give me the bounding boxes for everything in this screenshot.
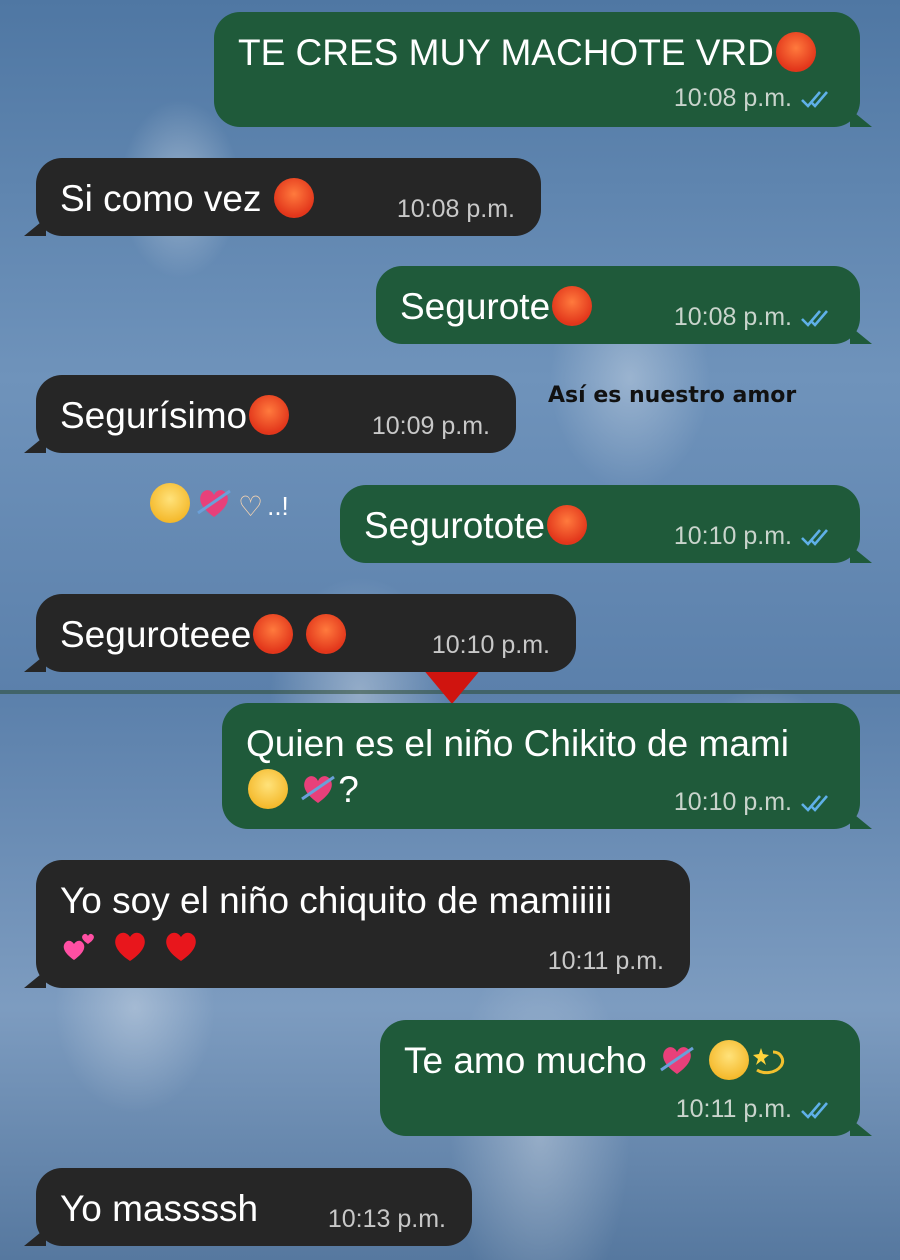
red-heart-icon	[165, 932, 196, 962]
heart-with-arrow-icon	[197, 489, 231, 517]
background-heart-shape	[422, 668, 482, 704]
message-time: 10:11 p.m.	[675, 1095, 792, 1123]
pleading-face-icon	[248, 769, 288, 810]
sticker-text: ..!	[267, 490, 289, 521]
angry-face-icon	[273, 178, 314, 219]
message-incoming[interactable]: Yo massssh 10:13 p.m.	[24, 1168, 472, 1246]
message-text: Segurísimo	[60, 395, 248, 436]
message-time: 10:09 p.m.	[371, 412, 490, 440]
read-ticks-icon	[801, 528, 828, 546]
message-text: Te amo mucho	[404, 1040, 647, 1081]
message-incoming[interactable]: Si como vez 10:08 p.m.	[24, 158, 541, 236]
message-time: 10:10 p.m.	[673, 522, 792, 550]
heart-with-arrow-icon	[660, 1046, 694, 1075]
message-incoming[interactable]: Seguroteee 10:10 p.m.	[24, 594, 576, 672]
read-ticks-icon	[801, 309, 828, 327]
message-outgoing[interactable]: Quien es el niño Chikito de mami ? 10:10…	[222, 703, 872, 829]
message-text-suffix: ?	[338, 769, 359, 810]
message-incoming[interactable]: Segurísimo 10:09 p.m.	[24, 375, 516, 453]
sticker: ♡ ..!	[148, 483, 289, 526]
pleading-face-icon	[709, 1040, 750, 1081]
message-text: Yo soy el niño chiquito de mamiiiii	[60, 880, 612, 921]
message-outgoing[interactable]: TE CRES MUY MACHOTE VRD 10:08 p.m.	[214, 12, 872, 127]
angry-face-icon	[552, 286, 593, 327]
message-text: TE CRES MUY MACHOTE VRD	[238, 32, 774, 73]
message-time: 10:08 p.m.	[673, 303, 792, 331]
angry-face-icon	[253, 614, 294, 655]
message-text: Quien es el niño Chikito de mami	[246, 723, 789, 764]
dizzy-star-icon	[753, 1048, 785, 1075]
message-time: 10:10 p.m.	[431, 631, 550, 659]
message-time: 10:08 p.m.	[673, 84, 792, 112]
message-time: 10:10 p.m.	[673, 788, 792, 816]
angry-face-icon	[249, 395, 290, 436]
heart-hands-icon: ♡	[238, 490, 264, 522]
message-text: Yo massssh	[60, 1188, 259, 1229]
red-heart-icon	[115, 932, 146, 962]
message-outgoing[interactable]: Te amo mucho 10:11 p.m.	[380, 1020, 872, 1136]
message-incoming[interactable]: Yo soy el niño chiquito de mamiiiii 10:1…	[24, 860, 690, 988]
message-text: Segurote	[400, 286, 551, 327]
message-time: 10:13 p.m.	[327, 1205, 446, 1233]
overlay-caption: Así es nuestro amor	[548, 383, 797, 408]
heart-with-arrow-icon	[301, 775, 336, 804]
message-text: Si como vez	[60, 178, 262, 219]
message-outgoing[interactable]: Segurote 10:08 p.m.	[376, 266, 872, 344]
pleading-face-icon	[150, 483, 190, 523]
two-hearts-icon	[63, 934, 94, 961]
angry-face-icon	[775, 32, 816, 73]
message-outgoing[interactable]: Segurotote 10:10 p.m.	[340, 485, 872, 563]
angry-face-icon	[305, 614, 346, 655]
message-text: Seguroteee	[60, 614, 252, 655]
message-time: 10:11 p.m.	[547, 947, 664, 975]
read-ticks-icon	[801, 90, 828, 108]
read-ticks-icon	[801, 794, 828, 812]
message-time: 10:08 p.m.	[396, 195, 515, 223]
angry-face-icon	[547, 505, 588, 546]
message-text: Segurotote	[364, 505, 546, 546]
read-ticks-icon	[801, 1101, 828, 1119]
